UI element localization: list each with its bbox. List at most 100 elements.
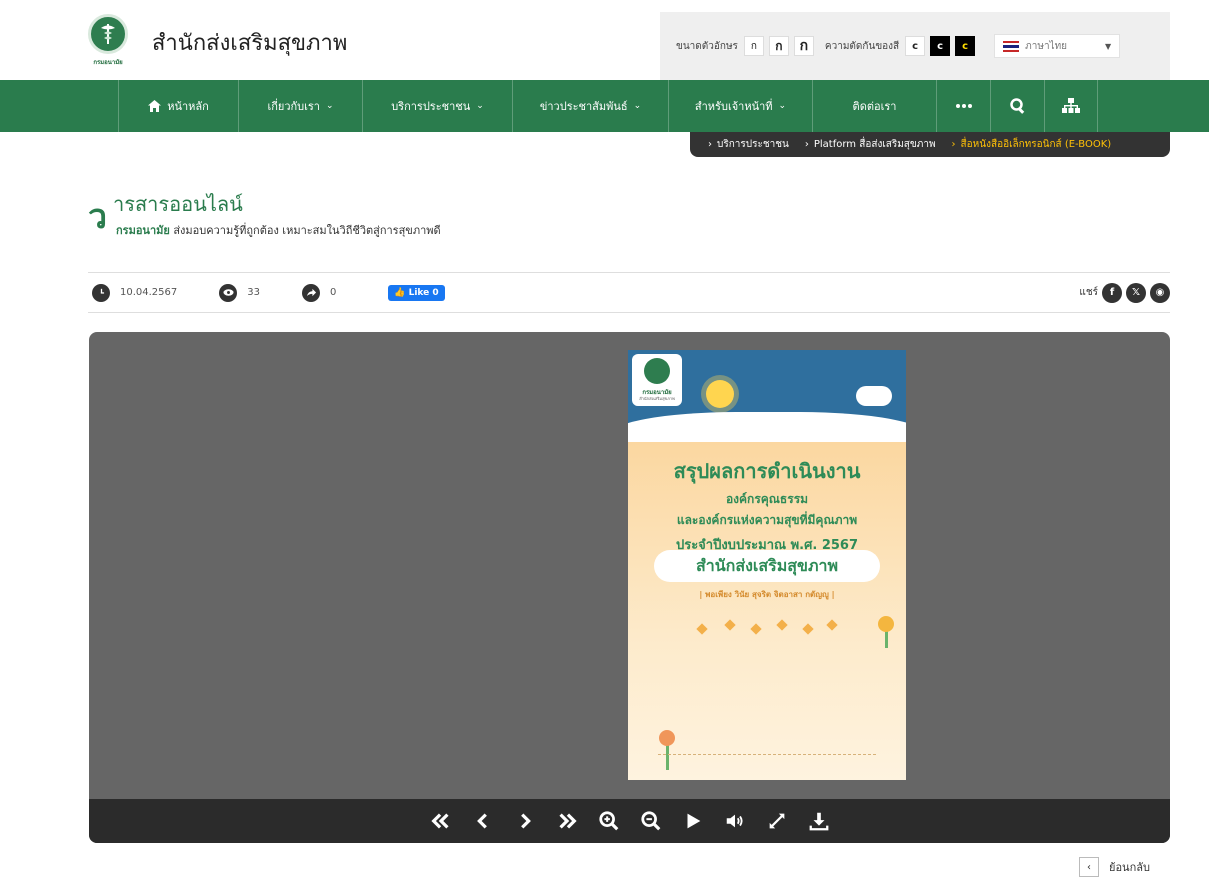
cover-dashed-line — [658, 754, 876, 755]
font-size-medium-button[interactable]: ก — [768, 36, 789, 56]
logo-caption: กรมอนามัย — [93, 59, 123, 66]
play-button[interactable] — [675, 806, 711, 836]
caduceus-icon — [101, 24, 115, 44]
page-title: ารสารออนไลน์ — [113, 192, 243, 216]
flower-decoration — [659, 730, 675, 746]
nav-more-button[interactable] — [936, 80, 990, 132]
flower-decoration — [878, 616, 894, 632]
cover-logo: กรมอนามัย สำนักส่งเสริมสุขภาพ — [632, 354, 682, 406]
cover-motto: | พอเพียง วินัย สุจริต จิตอาสา กตัญญู | — [699, 590, 835, 599]
nav-item-public-services[interactable]: บริการประชาชน ⌄ — [362, 80, 512, 132]
nav-item-staff[interactable]: สำหรับเจ้าหน้าที่ ⌄ — [668, 80, 812, 132]
language-select[interactable]: ภาษาไทย ▼ — [994, 34, 1121, 58]
contrast-black-white-button[interactable]: c — [930, 36, 951, 56]
nav-item-news[interactable]: ข่าวประชาสัมพันธ์ ⌄ — [512, 80, 668, 132]
ellipsis-icon — [955, 104, 972, 108]
ebook-cover-page[interactable]: กรมอนามัย สำนักส่งเสริมสุขภาพ สรุปผลการด… — [628, 350, 906, 780]
nav-item-contact[interactable]: ติดต่อเรา — [812, 80, 936, 132]
site-title: สำนักส่งเสริมสุขภาพ — [152, 30, 348, 56]
last-page-icon — [558, 813, 577, 829]
font-size-label: ขนาดตัวอักษร — [676, 40, 738, 52]
department-logo: กรมอนามัย — [80, 14, 136, 70]
site-logo-link[interactable]: กรมอนามัย สำนักส่งเสริมสุขภาพ — [80, 14, 347, 70]
download-icon — [809, 812, 828, 831]
chevron-down-icon: ⌄ — [325, 101, 334, 111]
share-buttons: แชร์ f 𝕏 ◉ — [1079, 282, 1170, 303]
contrast-normal-button[interactable]: c — [905, 36, 926, 56]
zoom-out-button[interactable] — [633, 806, 669, 836]
sound-button[interactable] — [717, 806, 753, 836]
nav-item-home[interactable]: หน้าหลัก — [118, 80, 238, 132]
sun-illustration — [706, 380, 734, 408]
breadcrumb: › บริการประชาชน › Platform สื่อส่งเสริมสุข… — [690, 132, 1170, 157]
view-count: 33 — [219, 283, 260, 302]
chevron-right-icon: › — [951, 139, 956, 150]
page-title-initial: ว — [88, 197, 108, 237]
line-share-icon[interactable]: ◉ — [1150, 282, 1170, 303]
page: กรมอนามัย สำนักส่งเสริมสุขภาพ ขนาดตัวอัก… — [0, 0, 1209, 880]
breadcrumb-item[interactable]: › Platform สื่อส่งเสริมสุขภาพ — [805, 137, 936, 152]
viewer-toolbar — [89, 799, 1170, 843]
page-subtitle: กรมอนามัย ส่งมอบความรู้ที่ถูกต้อง เหมาะส… — [116, 224, 441, 237]
facebook-like-button[interactable]: 👍 Like 0 — [388, 284, 445, 301]
flower-stem — [666, 742, 669, 770]
first-page-icon — [430, 813, 449, 829]
nav-item-label: ติดต่อเรา — [852, 100, 897, 113]
chevron-right-icon: › — [708, 139, 712, 150]
facebook-share-icon[interactable]: f — [1102, 282, 1122, 303]
breadcrumb-item[interactable]: › บริการประชาชน — [708, 137, 789, 152]
thumbs-up-icon: 👍 — [394, 287, 406, 298]
eye-icon — [219, 283, 238, 302]
clock-icon — [92, 283, 110, 302]
search-icon — [1009, 98, 1024, 114]
sitemap-icon — [1062, 98, 1080, 113]
chevron-left-icon: ‹ — [1079, 857, 1099, 877]
first-page-button[interactable] — [423, 806, 459, 836]
share-arrow-icon — [302, 283, 320, 302]
font-size-small-button[interactable]: ก — [743, 36, 764, 56]
cloud-illustration — [856, 386, 892, 406]
language-value: ภาษาไทย — [1025, 40, 1068, 52]
caret-down-icon: ▼ — [1104, 41, 1112, 51]
play-icon — [687, 813, 700, 829]
nav-search-button[interactable] — [990, 80, 1044, 132]
chevron-down-icon: ⌄ — [476, 101, 484, 111]
ebook-viewer[interactable]: กรมอนามัย สำนักส่งเสริมสุขภาพ สรุปผลการด… — [89, 332, 1170, 843]
main-nav: หน้าหลัก เกี่ยวกับเรา ⌄ บริการประชาชน ⌄ ข่… — [0, 80, 1209, 132]
nav-item-about[interactable]: เกี่ยวกับเรา ⌄ — [238, 80, 362, 132]
thai-flag-icon — [1003, 40, 1020, 52]
contrast-black-yellow-button[interactable]: c — [955, 36, 976, 56]
prev-page-icon — [476, 813, 487, 829]
zoom-out-icon — [640, 811, 660, 831]
share-label: แชร์ — [1079, 287, 1098, 298]
last-page-button[interactable] — [549, 806, 585, 836]
article-meta-bar: 10.04.2567 33 0 👍 Like 0 แชร์ f 𝕏 ◉ — [88, 272, 1170, 313]
chevron-down-icon: ⌄ — [778, 101, 787, 111]
nav-item-label: หน้าหลัก — [167, 100, 209, 113]
download-button[interactable] — [801, 806, 837, 836]
publish-date: 10.04.2567 — [92, 283, 177, 302]
contrast-label: ความตัดกันของสี — [824, 40, 900, 52]
nav-item-label: เกี่ยวกับเรา — [267, 100, 320, 113]
font-size-large-button[interactable]: ก — [793, 36, 814, 56]
sound-icon — [726, 814, 743, 828]
back-link[interactable]: ‹ ย้อนกลับ — [1079, 857, 1150, 877]
x-share-icon[interactable]: 𝕏 — [1126, 282, 1146, 303]
zoom-in-button[interactable] — [591, 806, 627, 836]
fullscreen-button[interactable] — [759, 806, 795, 836]
cover-department: สำนักส่งเสริมสุขภาพ — [654, 550, 880, 582]
nav-item-label: บริการประชาชน — [391, 100, 471, 113]
next-page-icon — [520, 813, 531, 829]
chevron-down-icon: ⌄ — [633, 101, 642, 111]
share-count: 0 — [302, 283, 336, 302]
next-page-button[interactable] — [507, 806, 543, 836]
nav-item-label: ข่าวประชาสัมพันธ์ — [539, 100, 628, 113]
nav-item-label: สำหรับเจ้าหน้าที่ — [694, 100, 773, 113]
zoom-in-icon — [598, 811, 618, 831]
prev-page-button[interactable] — [465, 806, 501, 836]
nav-sitemap-button[interactable] — [1044, 80, 1098, 132]
breadcrumb-current: › สื่อหนังสืออิเล็กทรอนิกส์ (E-BOOK) — [951, 139, 1112, 150]
chevron-right-icon: › — [804, 139, 809, 150]
home-icon — [148, 100, 162, 112]
back-label: ย้อนกลับ — [1109, 861, 1150, 874]
